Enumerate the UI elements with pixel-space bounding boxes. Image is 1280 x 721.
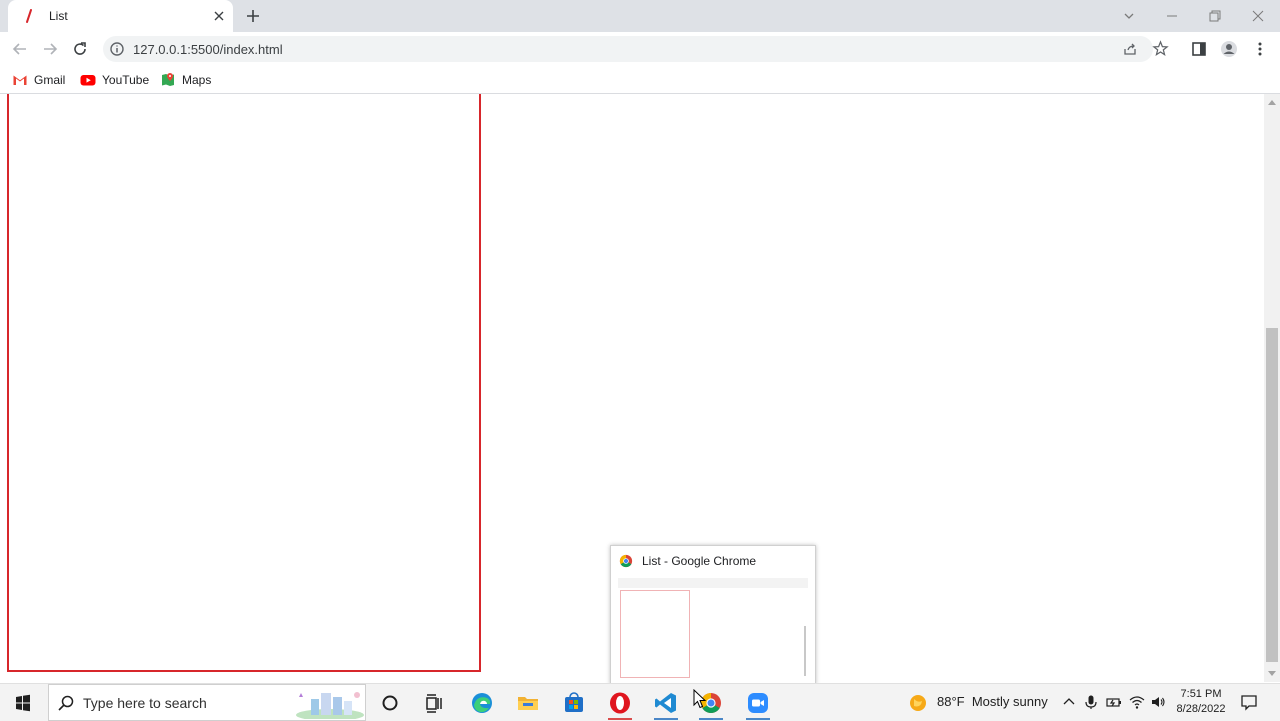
scroll-up-arrow-icon[interactable]: [1268, 100, 1276, 105]
back-arrow-icon[interactable]: [11, 40, 29, 58]
chevron-up-icon[interactable]: [1061, 694, 1077, 710]
side-panel-icon[interactable]: [1190, 40, 1208, 58]
vertical-scrollbar[interactable]: [1264, 94, 1280, 682]
battery-charging-icon[interactable]: [1106, 694, 1122, 710]
close-tab-icon[interactable]: [211, 8, 227, 24]
more-menu-icon[interactable]: [1251, 40, 1269, 58]
info-icon[interactable]: [109, 41, 125, 57]
microphone-icon[interactable]: [1083, 694, 1099, 710]
weather-temperature: 88°F: [937, 694, 965, 709]
scroll-down-arrow-icon[interactable]: [1268, 671, 1276, 676]
search-placeholder: Type here to search: [83, 695, 207, 711]
wifi-icon[interactable]: [1129, 694, 1145, 710]
thumbnail-browser-bar: [618, 578, 808, 588]
notifications-icon[interactable]: [1240, 693, 1258, 711]
forward-arrow-icon[interactable]: [41, 40, 59, 58]
weather-readout[interactable]: 88°F Mostly sunny: [937, 694, 1048, 709]
bookmark-maps[interactable]: Maps: [160, 71, 216, 89]
taskbar-search-box[interactable]: Type here to search: [48, 684, 366, 721]
preview-title: List - Google Chrome: [642, 554, 757, 568]
system-clock[interactable]: 7:51 PM 8/28/2022: [1170, 687, 1232, 717]
search-highlight-illustration-icon: [296, 692, 364, 719]
bookmark-star-icon[interactable]: [1152, 40, 1169, 57]
cortana-icon[interactable]: [377, 690, 403, 716]
windows-start-icon[interactable]: [10, 690, 36, 716]
zoom-active-indicator: [745, 690, 771, 720]
bookmark-label: Gmail: [34, 73, 66, 87]
share-icon[interactable]: [1122, 41, 1138, 57]
sun-icon[interactable]: [908, 693, 928, 713]
new-tab-plus-icon[interactable]: [244, 7, 262, 25]
task-view-icon[interactable]: [421, 690, 447, 716]
list-container: [7, 94, 481, 672]
tab-search-chevron-icon[interactable]: [1119, 6, 1139, 26]
bookmark-label: YouTube: [102, 73, 150, 87]
preview-thumbnail[interactable]: [618, 578, 808, 678]
browser-tab[interactable]: List: [8, 0, 233, 32]
restore-icon[interactable]: [1205, 6, 1225, 26]
browser-toolbar: 127.0.0.1:5500/index.html: [0, 32, 1280, 66]
weather-condition: Mostly sunny: [971, 694, 1048, 709]
minimize-icon[interactable]: [1162, 6, 1182, 26]
search-icon: [58, 695, 74, 711]
red-slash-favicon-icon: [26, 9, 32, 23]
bookmark-gmail[interactable]: Gmail: [12, 71, 72, 89]
clock-time: 7:51 PM: [1180, 688, 1222, 700]
bookmark-label: Maps: [182, 73, 212, 87]
scrollbar-thumb[interactable]: [1266, 328, 1278, 662]
thumbnail-scrollbar: [804, 626, 806, 676]
url-text[interactable]: 127.0.0.1:5500/index.html: [133, 42, 283, 57]
maps-icon: [162, 73, 174, 86]
tab-strip: List: [0, 0, 1280, 32]
youtube-icon: [80, 75, 96, 86]
vscode-active-indicator: [653, 690, 679, 720]
edge-icon[interactable]: [469, 690, 495, 716]
mouse-cursor-icon: [693, 689, 707, 709]
profile-avatar-icon[interactable]: [1220, 40, 1238, 58]
tab-title: List: [49, 9, 68, 23]
close-window-icon[interactable]: [1248, 6, 1268, 26]
thumbnail-list-container: [620, 590, 690, 678]
store-icon[interactable]: [561, 690, 587, 716]
reload-icon[interactable]: [71, 40, 89, 58]
address-bar[interactable]: 127.0.0.1:5500/index.html: [103, 36, 1169, 62]
volume-icon[interactable]: [1150, 694, 1166, 710]
bookmarks-bar: Gmail YouTube Maps: [0, 66, 1280, 94]
gmail-icon: [13, 75, 27, 85]
windows-taskbar: Type here to search 88°F Mostly sunny 7:…: [0, 683, 1280, 721]
clock-date: 8/28/2022: [1176, 703, 1226, 715]
chrome-icon: [619, 554, 633, 568]
bookmark-youtube[interactable]: YouTube: [80, 71, 152, 89]
opera-active-indicator: [607, 690, 633, 720]
window-thumbnail-preview[interactable]: List - Google Chrome: [610, 545, 816, 685]
file-explorer-icon[interactable]: [515, 690, 541, 716]
